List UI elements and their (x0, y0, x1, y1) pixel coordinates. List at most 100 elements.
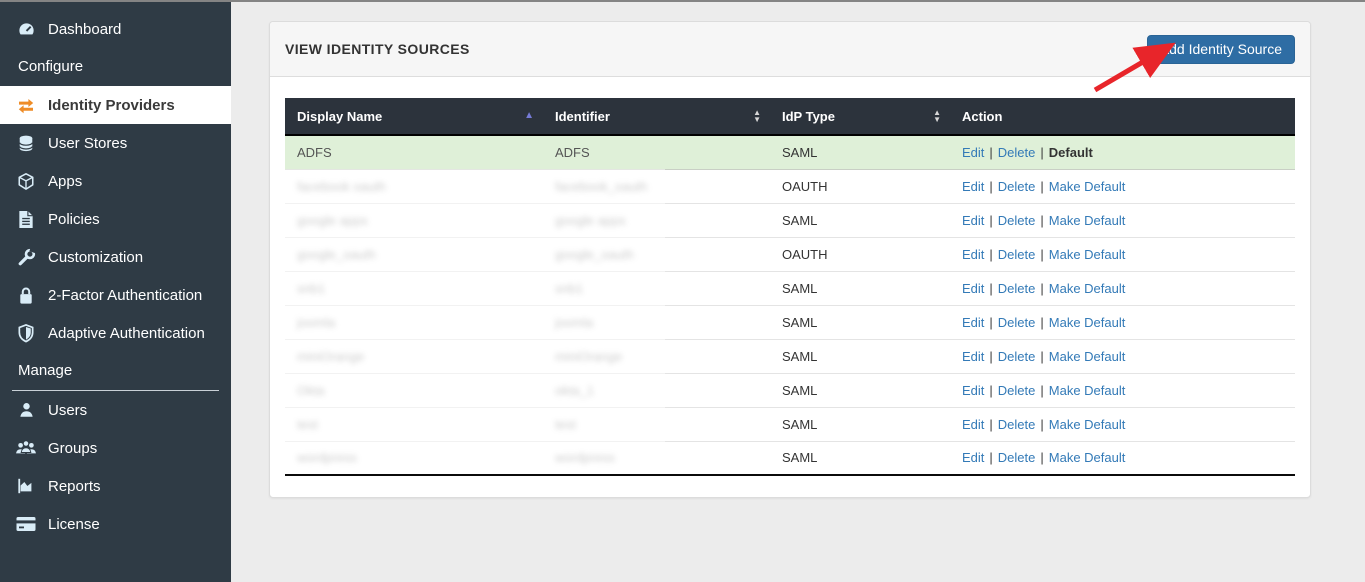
action-separator: | (989, 179, 992, 194)
policies-icon (15, 209, 37, 229)
display-name-cell: google_oauth (285, 237, 543, 271)
column-header-display-name[interactable]: Display Name▲ (285, 98, 543, 135)
customization-icon (15, 247, 37, 267)
sidebar-item-dashboard[interactable]: Dashboard (0, 10, 231, 48)
identifier-value: wordpress (555, 450, 615, 465)
action-cell: Edit|Delete|Make Default (950, 373, 1295, 407)
edit-link[interactable]: Edit (962, 247, 984, 262)
make-default-link[interactable]: Make Default (1049, 179, 1126, 194)
make-default-link[interactable]: Make Default (1049, 450, 1126, 465)
display-name-value: google apps (297, 213, 368, 228)
delete-link[interactable]: Delete (998, 315, 1036, 330)
column-header-identifier[interactable]: Identifier▲▼ (543, 98, 770, 135)
edit-link[interactable]: Edit (962, 179, 984, 194)
identifier-cell: snb1 (543, 271, 770, 305)
sort-both-icon: ▲▼ (933, 109, 941, 123)
edit-link[interactable]: Edit (962, 349, 984, 364)
make-default-link[interactable]: Make Default (1049, 315, 1126, 330)
delete-link[interactable]: Delete (998, 281, 1036, 296)
sidebar-item-policies[interactable]: Policies (0, 200, 231, 238)
identifier-cell: joomla (543, 305, 770, 339)
table-row: google_oauthgoogle_oauthOAUTHEdit|Delete… (285, 237, 1295, 271)
edit-link[interactable]: Edit (962, 281, 984, 296)
column-header-idp-type[interactable]: IdP Type ▲▼ (770, 98, 950, 135)
identifier-value: google apps (555, 213, 626, 228)
identifier-cell: google_oauth (543, 237, 770, 271)
delete-link[interactable]: Delete (998, 349, 1036, 364)
display-name-value: test (297, 417, 318, 432)
sidebar-item-label: Identity Providers (48, 97, 175, 114)
make-default-link[interactable]: Make Default (1049, 417, 1126, 432)
idp-type-cell: SAML (770, 135, 950, 169)
action-separator: | (1040, 145, 1043, 160)
action-separator: | (1040, 213, 1043, 228)
display-name-cell: wordpress (285, 441, 543, 475)
sidebar-item-groups[interactable]: Groups (0, 429, 231, 467)
make-default-link[interactable]: Make Default (1049, 383, 1126, 398)
license-icon (15, 514, 37, 534)
idp-type-value: SAML (782, 450, 817, 465)
sidebar-item-2-factor-authentication[interactable]: 2-Factor Authentication (0, 276, 231, 314)
idp-type-cell: SAML (770, 441, 950, 475)
display-name-value: joomla (297, 315, 335, 330)
sidebar-item-label: Customization (48, 249, 143, 266)
edit-link[interactable]: Edit (962, 450, 984, 465)
action-separator: | (989, 349, 992, 364)
idp-type-value: SAML (782, 281, 817, 296)
make-default-link[interactable]: Make Default (1049, 281, 1126, 296)
delete-link[interactable]: Delete (998, 145, 1036, 160)
sidebar-item-label: Users (48, 402, 87, 419)
display-name-cell: snb1 (285, 271, 543, 305)
make-default-link[interactable]: Make Default (1049, 349, 1126, 364)
edit-link[interactable]: Edit (962, 315, 984, 330)
sidebar-item-reports[interactable]: Reports (0, 467, 231, 505)
action-separator: | (1040, 315, 1043, 330)
identifier-value: ADFS (555, 145, 590, 160)
sidebar-item-identity-providers[interactable]: Identity Providers (0, 86, 231, 124)
delete-link[interactable]: Delete (998, 179, 1036, 194)
edit-link[interactable]: Edit (962, 213, 984, 228)
sidebar-item-customization[interactable]: Customization (0, 238, 231, 276)
action-cell: Edit|Delete|Make Default (950, 271, 1295, 305)
edit-link[interactable]: Edit (962, 145, 984, 160)
sidebar-item-user-stores[interactable]: User Stores (0, 124, 231, 162)
delete-link[interactable]: Delete (998, 213, 1036, 228)
display-name-value: Okta (297, 383, 324, 398)
sidebar-item-adaptive-authentication[interactable]: Adaptive Authentication (0, 314, 231, 352)
delete-link[interactable]: Delete (998, 450, 1036, 465)
delete-link[interactable]: Delete (998, 417, 1036, 432)
action-separator: | (989, 315, 992, 330)
edit-link[interactable]: Edit (962, 417, 984, 432)
make-default-link[interactable]: Make Default (1049, 213, 1126, 228)
page-title: VIEW IDENTITY SOURCES (285, 41, 470, 57)
sidebar-item-apps[interactable]: Apps (0, 162, 231, 200)
delete-link[interactable]: Delete (998, 247, 1036, 262)
idp-type-cell: OAUTH (770, 169, 950, 203)
column-header-label: Action (962, 109, 1002, 124)
dashboard-icon (15, 19, 37, 39)
idp-type-cell: SAML (770, 373, 950, 407)
identifier-cell: wordpress (543, 441, 770, 475)
display-name-value: ADFS (297, 145, 332, 160)
sidebar-item-license[interactable]: License (0, 505, 231, 543)
action-separator: | (989, 145, 992, 160)
delete-link[interactable]: Delete (998, 383, 1036, 398)
default-label: Default (1049, 145, 1093, 160)
action-separator: | (989, 383, 992, 398)
edit-link[interactable]: Edit (962, 383, 984, 398)
idp-type-cell: OAUTH (770, 237, 950, 271)
action-separator: | (1040, 247, 1043, 262)
action-separator: | (989, 450, 992, 465)
idp-type-cell: SAML (770, 305, 950, 339)
make-default-link[interactable]: Make Default (1049, 247, 1126, 262)
identifier-value: joomla (555, 315, 593, 330)
column-header-label: IdP Type (782, 109, 835, 124)
display-name-cell: test (285, 407, 543, 441)
column-header-action[interactable]: Action (950, 98, 1295, 135)
sidebar-item-users[interactable]: Users (0, 391, 231, 429)
apps-icon (15, 171, 37, 191)
add-identity-source-button[interactable]: Add Identity Source (1147, 35, 1295, 64)
identifier-value: snb1 (555, 281, 583, 296)
sidebar-item-label: User Stores (48, 135, 127, 152)
sort-ascending-icon: ▲ (524, 111, 534, 121)
